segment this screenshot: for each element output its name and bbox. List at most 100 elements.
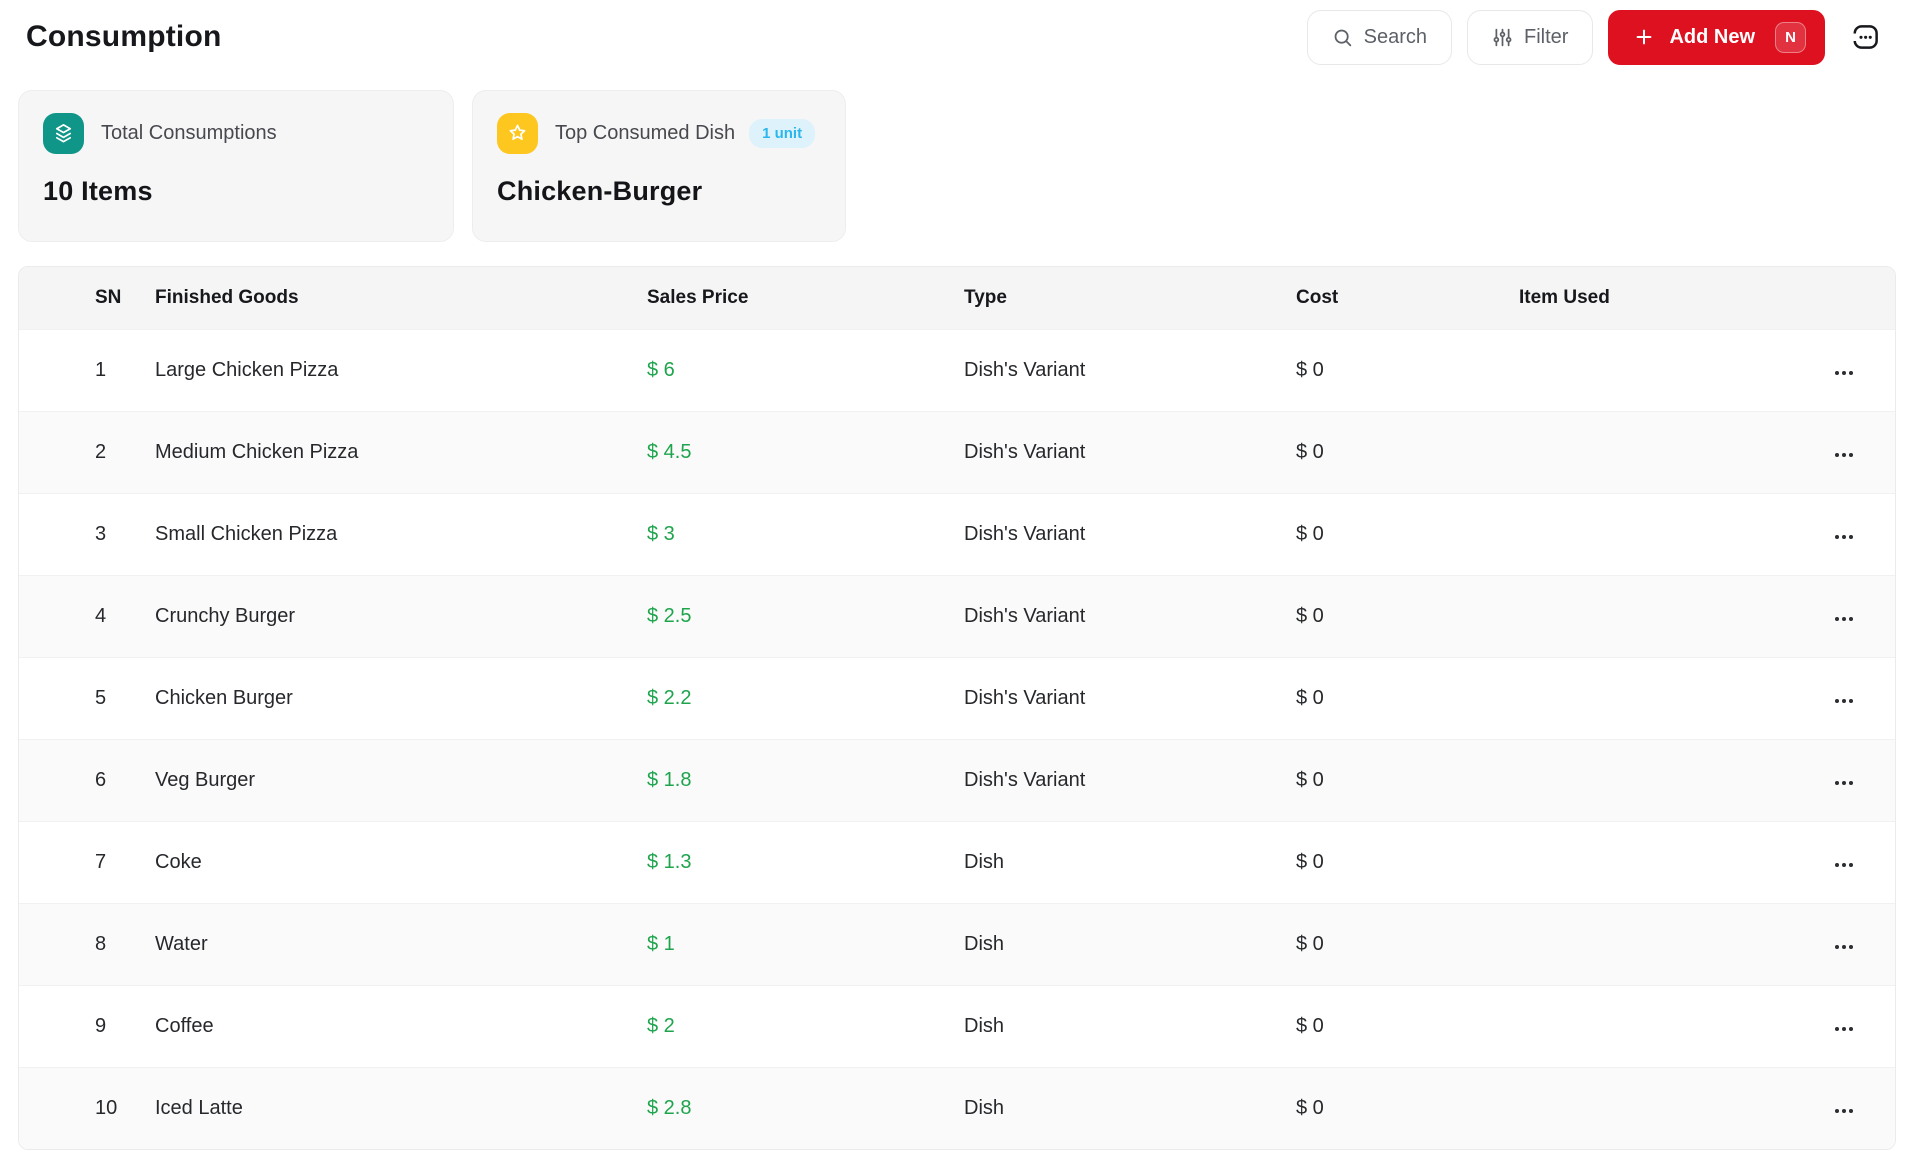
row-finished-goods: Chicken Burger — [155, 687, 647, 710]
more-horizontal-icon — [1835, 1027, 1853, 1031]
row-type: Dish — [964, 1015, 1296, 1038]
row-finished-goods: Water — [155, 933, 647, 956]
row-finished-goods: Large Chicken Pizza — [155, 359, 647, 382]
row-sn: 2 — [95, 441, 155, 464]
row-sales-price: $ 1.3 — [647, 851, 964, 874]
row-actions-button[interactable] — [1833, 685, 1855, 712]
row-finished-goods: Veg Burger — [155, 769, 647, 792]
more-horizontal-icon — [1835, 699, 1853, 703]
row-finished-goods: Iced Latte — [155, 1097, 647, 1120]
consumption-table: SN Finished Goods Sales Price Type Cost … — [18, 266, 1896, 1150]
filter-button[interactable]: Filter — [1467, 10, 1593, 65]
row-sn: 3 — [95, 523, 155, 546]
table-row: 10 Iced Latte $ 2.8 Dish $ 0 — [19, 1067, 1895, 1149]
row-sales-price: $ 2.2 — [647, 687, 964, 710]
more-horizontal-icon — [1835, 371, 1853, 375]
column-header-finished-goods: Finished Goods — [155, 287, 647, 309]
row-actions-button[interactable] — [1833, 521, 1855, 548]
total-consumptions-value: 10 Items — [43, 176, 429, 207]
row-finished-goods: Small Chicken Pizza — [155, 523, 647, 546]
top-consumed-dish-label: Top Consumed Dish — [555, 122, 735, 145]
row-sales-price: $ 6 — [647, 359, 964, 382]
row-actions-button[interactable] — [1833, 931, 1855, 958]
top-consumed-dish-value: Chicken-Burger — [497, 176, 821, 207]
row-actions-button[interactable] — [1833, 1095, 1855, 1122]
row-sn: 1 — [95, 359, 155, 382]
table-row: 6 Veg Burger $ 1.8 Dish's Variant $ 0 — [19, 739, 1895, 821]
row-type: Dish — [964, 933, 1296, 956]
row-cost: $ 0 — [1296, 359, 1519, 382]
top-dish-units-badge: 1 unit — [749, 119, 815, 148]
row-type: Dish's Variant — [964, 523, 1296, 546]
row-sn: 7 — [95, 851, 155, 874]
row-sn: 6 — [95, 769, 155, 792]
more-horizontal-icon — [1835, 1109, 1853, 1113]
total-consumptions-label: Total Consumptions — [101, 122, 277, 145]
search-button[interactable]: Search — [1307, 10, 1452, 65]
row-cost: $ 0 — [1296, 441, 1519, 464]
table-row: 8 Water $ 1 Dish $ 0 — [19, 903, 1895, 985]
more-options-button[interactable] — [1844, 15, 1888, 59]
filter-icon — [1492, 27, 1513, 48]
row-type: Dish — [964, 851, 1296, 874]
table-header: SN Finished Goods Sales Price Type Cost … — [19, 267, 1895, 329]
row-cost: $ 0 — [1296, 933, 1519, 956]
row-sales-price: $ 2.8 — [647, 1097, 964, 1120]
top-consumed-dish-card: Top Consumed Dish 1 unit Chicken-Burger — [472, 90, 846, 242]
row-sales-price: $ 2.5 — [647, 605, 964, 628]
filter-button-label: Filter — [1524, 26, 1568, 49]
add-new-shortcut-badge: N — [1775, 22, 1806, 53]
column-header-sn: SN — [95, 287, 155, 309]
row-sn: 8 — [95, 933, 155, 956]
row-finished-goods: Medium Chicken Pizza — [155, 441, 647, 464]
total-consumptions-card: Total Consumptions 10 Items — [18, 90, 454, 242]
row-cost: $ 0 — [1296, 523, 1519, 546]
row-type: Dish's Variant — [964, 769, 1296, 792]
table-row: 1 Large Chicken Pizza $ 6 Dish's Variant… — [19, 329, 1895, 411]
row-type: Dish's Variant — [964, 441, 1296, 464]
row-actions-button[interactable] — [1833, 1013, 1855, 1040]
star-icon — [497, 113, 538, 154]
row-actions-button[interactable] — [1833, 767, 1855, 794]
more-horizontal-icon — [1835, 617, 1853, 621]
row-finished-goods: Crunchy Burger — [155, 605, 647, 628]
table-row: 7 Coke $ 1.3 Dish $ 0 — [19, 821, 1895, 903]
more-horizontal-icon — [1835, 945, 1853, 949]
row-cost: $ 0 — [1296, 687, 1519, 710]
row-sn: 10 — [95, 1097, 155, 1120]
topbar-actions: Search Filter Add New N — [1307, 10, 1888, 65]
row-actions-button[interactable] — [1833, 603, 1855, 630]
table-row: 2 Medium Chicken Pizza $ 4.5 Dish's Vari… — [19, 411, 1895, 493]
search-icon — [1332, 27, 1353, 48]
row-cost: $ 0 — [1296, 1015, 1519, 1038]
row-sales-price: $ 3 — [647, 523, 964, 546]
page-title: Consumption — [26, 20, 222, 54]
column-header-cost: Cost — [1296, 287, 1519, 309]
more-horizontal-icon — [1835, 453, 1853, 457]
table-body: 1 Large Chicken Pizza $ 6 Dish's Variant… — [19, 329, 1895, 1149]
topbar: Consumption Search Filter — [18, 8, 1896, 66]
row-cost: $ 0 — [1296, 851, 1519, 874]
more-horizontal-icon — [1835, 781, 1853, 785]
more-horizontal-icon — [1835, 535, 1853, 539]
row-sn: 4 — [95, 605, 155, 628]
row-sales-price: $ 1.8 — [647, 769, 964, 792]
table-row: 9 Coffee $ 2 Dish $ 0 — [19, 985, 1895, 1067]
add-new-button[interactable]: Add New N — [1608, 10, 1825, 65]
row-cost: $ 0 — [1296, 1097, 1519, 1120]
row-finished-goods: Coke — [155, 851, 647, 874]
row-type: Dish's Variant — [964, 605, 1296, 628]
row-cost: $ 0 — [1296, 769, 1519, 792]
row-actions-button[interactable] — [1833, 439, 1855, 466]
summary-cards: Total Consumptions 10 Items Top Consumed… — [18, 90, 1896, 242]
row-actions-button[interactable] — [1833, 849, 1855, 876]
search-button-label: Search — [1364, 26, 1427, 49]
row-sales-price: $ 2 — [647, 1015, 964, 1038]
layers-icon — [43, 113, 84, 154]
row-type: Dish — [964, 1097, 1296, 1120]
row-cost: $ 0 — [1296, 605, 1519, 628]
row-finished-goods: Coffee — [155, 1015, 647, 1038]
row-actions-button[interactable] — [1833, 357, 1855, 384]
more-square-icon — [1851, 22, 1881, 52]
column-header-type: Type — [964, 287, 1296, 309]
